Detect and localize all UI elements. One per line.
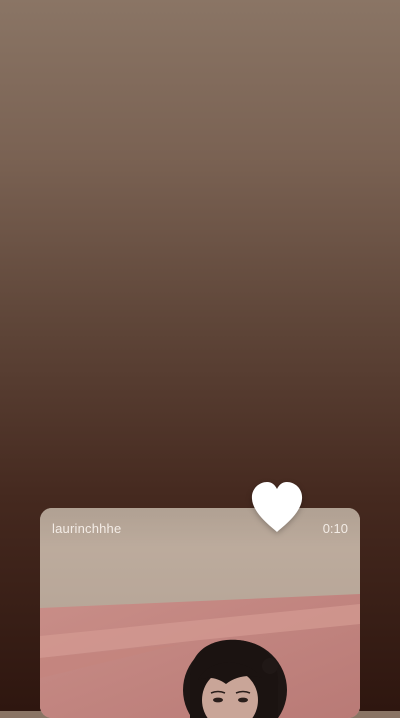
heart-icon[interactable] bbox=[249, 480, 305, 534]
username-label[interactable]: laurinchhhe bbox=[52, 521, 121, 536]
story-header: laurinchhhe 0:10 bbox=[40, 508, 360, 548]
story-preview-card[interactable]: laurinchhhe 0:10 bbox=[40, 508, 360, 718]
duration-label: 0:10 bbox=[322, 521, 348, 536]
